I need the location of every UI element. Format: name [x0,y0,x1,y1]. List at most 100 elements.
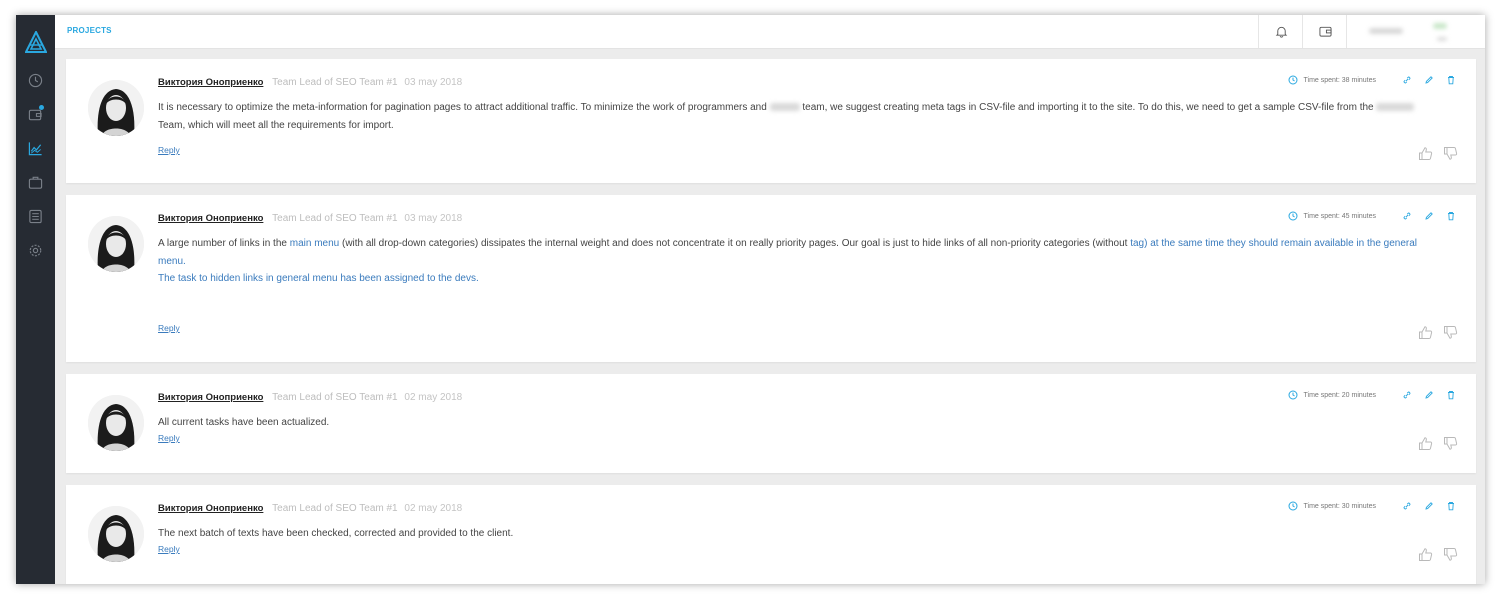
wallet-button[interactable] [1302,15,1347,48]
time-spent: Time spent: 38 minutes [1303,76,1377,84]
avatar[interactable] [88,80,144,136]
time-spent: Time spent: 45 minutes [1303,212,1377,220]
comment-text-part: A large number of links in the [158,238,287,249]
time-spent: Time spent: 30 minutes [1303,502,1377,510]
sidebar-item-briefcase[interactable] [16,165,55,199]
thumbs-down-icon[interactable] [1443,547,1458,562]
sidebar-item-settings[interactable] [16,233,55,267]
thumbs-down-icon[interactable] [1443,436,1458,451]
comment-header: Виктория Оноприенко Team Lead of SEO Tea… [158,213,462,224]
thumbs-up-icon[interactable] [1418,146,1433,161]
thumbs-up-icon[interactable] [1418,436,1433,451]
thumbs-down-icon[interactable] [1443,146,1458,161]
link-icon[interactable] [1402,75,1412,85]
author-role: Team Lead of SEO Team #1 [272,503,398,514]
vote-buttons [1418,436,1458,451]
author-role: Team Lead of SEO Team #1 [272,213,398,224]
edit-icon[interactable] [1424,501,1434,511]
user-name-redacted [1369,28,1403,34]
wallet-icon [1318,26,1332,37]
author-role: Team Lead of SEO Team #1 [272,77,398,88]
reply-link[interactable]: Reply [158,433,180,443]
delete-icon[interactable] [1446,501,1456,511]
page-title: PROJECTS [67,26,112,35]
author-name[interactable]: Виктория Оноприенко [158,503,263,514]
avatar[interactable] [88,506,144,562]
comment-text: A large number of links in the main menu… [158,235,1428,288]
comment-text-part: (with all drop-down categories) dissipat… [342,238,1128,249]
comment-date: 03 may 2018 [404,213,463,224]
time-icon [1288,390,1297,400]
vote-buttons [1418,547,1458,562]
comment-text-highlight: The task to hidden links in general menu… [158,273,479,284]
comment-card: Виктория Оноприенко Team Lead of SEO Tea… [66,59,1476,183]
time-spent: Time spent: 20 minutes [1303,391,1377,399]
time-icon [1288,501,1297,511]
sidebar [16,15,55,584]
redacted-text [1376,103,1415,112]
comment-date: 03 may 2018 [404,77,463,88]
delete-icon[interactable] [1446,75,1456,85]
briefcase-icon [28,176,43,189]
reply-link[interactable]: Reply [158,544,180,554]
link-icon[interactable] [1402,501,1412,511]
main-menu-link[interactable]: main menu [290,238,339,249]
top-bar: PROJECTS [55,15,1485,49]
reply-link[interactable]: Reply [158,323,180,333]
comment-header: Виктория Оноприенко Team Lead of SEO Tea… [158,503,462,514]
comment-text: It is necessary to optimize the meta-inf… [158,99,1428,134]
reply-link[interactable]: Reply [158,145,180,155]
user-menu[interactable] [1346,15,1485,48]
delete-icon[interactable] [1446,390,1456,400]
delete-icon[interactable] [1446,211,1456,221]
sidebar-item-list[interactable] [16,199,55,233]
author-name[interactable]: Виктория Оноприенко [158,77,263,88]
gear-icon [29,244,42,256]
comment-date: 02 may 2018 [404,392,463,403]
edit-icon[interactable] [1424,211,1434,221]
thumbs-up-icon[interactable] [1418,547,1433,562]
comment-date: 02 may 2018 [404,503,463,514]
time-icon [1288,75,1297,85]
notifications-button[interactable] [1258,15,1303,48]
comment-meta: Time spent: 30 minutes [1288,501,1457,511]
comment-text: All current tasks have been actualized. [158,414,1428,432]
comment-header: Виктория Оноприенко Team Lead of SEO Tea… [158,392,462,403]
comment-text-part: All current tasks have been actualized. [158,417,330,428]
vote-buttons [1418,325,1458,340]
app-window: PROJECTS Виктория Оноприенко Team Lead o… [16,15,1485,584]
thumbs-up-icon[interactable] [1418,325,1433,340]
user-status-redacted [1433,23,1447,29]
comment-meta: Time spent: 38 minutes [1288,75,1457,85]
edit-icon[interactable] [1424,390,1434,400]
comment-text-part: It is necessary to optimize the meta-inf… [158,102,767,113]
notification-dot [39,105,44,110]
chart-icon [28,141,42,155]
comment-meta: Time spent: 45 minutes [1288,211,1457,221]
comment-card: Виктория Оноприенко Team Lead of SEO Tea… [66,374,1476,473]
link-icon[interactable] [1402,390,1412,400]
avatar[interactable] [88,216,144,272]
comment-text: The next batch of texts have been checke… [158,525,1428,543]
comment-card: Виктория Оноприенко Team Lead of SEO Tea… [66,485,1476,584]
time-icon [1288,211,1297,221]
sidebar-item-wallet[interactable] [16,97,55,131]
logo-icon[interactable] [23,29,48,53]
comment-meta: Time spent: 20 minutes [1288,390,1457,400]
avatar[interactable] [88,395,144,451]
author-name[interactable]: Виктория Оноприенко [158,213,263,224]
sidebar-item-time[interactable] [16,63,55,97]
comment-text-part: The next batch of texts have been checke… [158,528,514,539]
thumbs-down-icon[interactable] [1443,325,1458,340]
author-role: Team Lead of SEO Team #1 [272,392,398,403]
comment-text-part: team, we suggest creating meta tags in C… [802,102,1374,113]
sidebar-item-projects[interactable] [16,131,55,165]
list-icon [29,209,42,223]
user-role-redacted [1437,37,1447,41]
author-name[interactable]: Виктория Оноприенко [158,392,263,403]
vote-buttons [1418,146,1458,161]
link-icon[interactable] [1402,211,1412,221]
comment-header: Виктория Оноприенко Team Lead of SEO Tea… [158,77,462,88]
edit-icon[interactable] [1424,75,1434,85]
tag-link[interactable]: tag [1130,238,1144,249]
